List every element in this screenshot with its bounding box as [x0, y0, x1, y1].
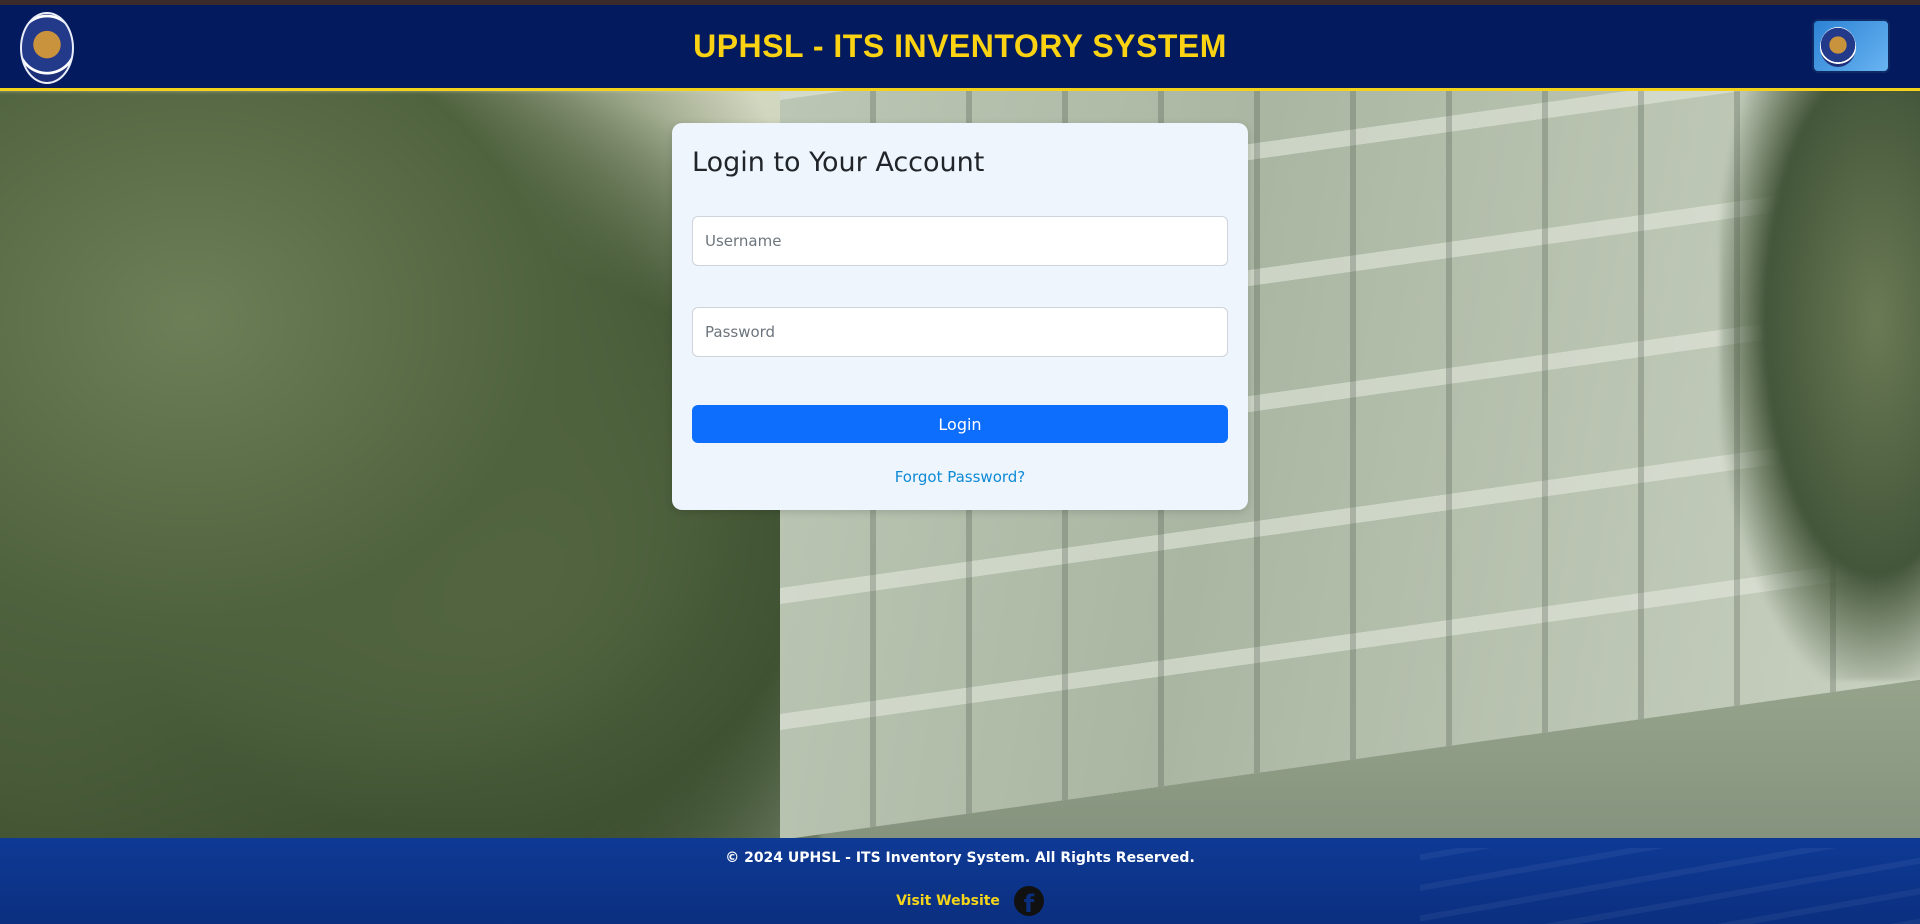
- copyright-text: © 2024 UPHSL - ITS Inventory System. All…: [725, 850, 1195, 866]
- site-footer: © 2024 UPHSL - ITS Inventory System. All…: [0, 838, 1920, 924]
- its-monitor-logo: [1812, 19, 1890, 73]
- header-title: UPHSL - ITS INVENTORY SYSTEM: [693, 28, 1227, 64]
- login-heading: Login to Your Account: [692, 147, 985, 178]
- university-seal-logo: [20, 12, 74, 84]
- footer-links: Visit Website f: [0, 886, 1920, 916]
- forgot-password-link[interactable]: Forgot Password?: [672, 468, 1248, 486]
- background-trees-right: [1720, 80, 1920, 680]
- password-input[interactable]: [692, 307, 1228, 357]
- username-input[interactable]: [692, 216, 1228, 266]
- visit-website-link[interactable]: Visit Website: [896, 893, 1000, 909]
- login-card: Login to Your Account Login Forgot Passw…: [672, 123, 1248, 510]
- login-button[interactable]: Login: [692, 405, 1228, 443]
- site-header: UPHSL - ITS INVENTORY SYSTEM: [0, 5, 1920, 91]
- facebook-icon[interactable]: f: [1013, 886, 1044, 916]
